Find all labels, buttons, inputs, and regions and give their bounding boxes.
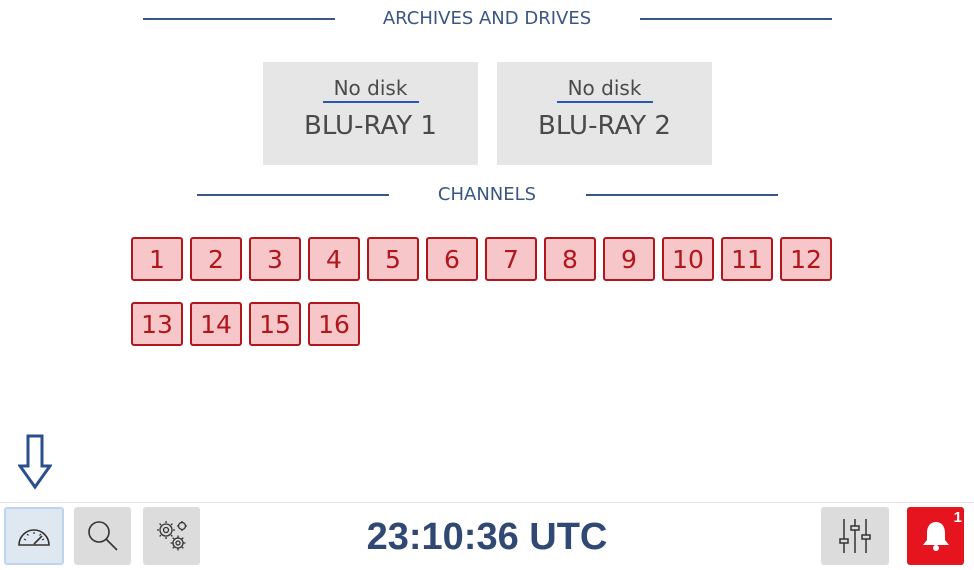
channel-button[interactable]: 2 <box>190 237 242 281</box>
drive-tile-bluray-2[interactable]: No disk BLU-RAY 2 <box>497 62 712 165</box>
channels-section-title: CHANNELS <box>437 184 537 205</box>
channel-button[interactable]: 12 <box>780 237 832 281</box>
header-rule-left <box>142 17 335 20</box>
gears-icon <box>156 521 187 551</box>
drive-name: BLU-RAY 2 <box>538 111 671 141</box>
drive-tile-bluray-1[interactable]: No disk BLU-RAY 1 <box>263 62 478 165</box>
alarm-button[interactable]: 1 <box>907 507 964 565</box>
alarm-count-badge: 1 <box>953 509 962 526</box>
channel-button[interactable]: 4 <box>308 237 360 281</box>
drive-status: No disk <box>567 76 642 100</box>
utc-clock: 23:10:36 UTC <box>366 516 608 558</box>
channel-button[interactable]: 5 <box>367 237 419 281</box>
down-arrow-icon <box>18 434 52 490</box>
channel-button[interactable]: 3 <box>249 237 301 281</box>
archives-section-title: ARCHIVES AND DRIVES <box>382 8 592 29</box>
bell-icon <box>922 522 949 551</box>
channel-button[interactable]: 8 <box>544 237 596 281</box>
drive-divider <box>322 101 419 103</box>
search-button[interactable] <box>74 507 131 565</box>
dashboard-button[interactable] <box>4 507 64 565</box>
drive-name: BLU-RAY 1 <box>304 111 437 141</box>
channel-button[interactable]: 10 <box>662 237 714 281</box>
channel-button[interactable]: 13 <box>131 302 183 346</box>
toolbar-divider <box>0 502 974 503</box>
channel-button[interactable]: 16 <box>308 302 360 346</box>
channels-section-header: CHANNELS <box>0 184 974 205</box>
header-rule-right <box>585 193 778 196</box>
header-rule-left <box>196 193 389 196</box>
channel-button[interactable]: 11 <box>721 237 773 281</box>
drive-status: No disk <box>333 76 408 100</box>
speedometer-icon <box>18 529 50 546</box>
channel-button[interactable]: 9 <box>603 237 655 281</box>
drive-divider <box>556 101 653 103</box>
search-icon <box>87 521 118 551</box>
mixer-button[interactable] <box>821 507 889 565</box>
settings-button[interactable] <box>143 507 200 565</box>
channel-button[interactable]: 7 <box>485 237 537 281</box>
channel-button[interactable]: 15 <box>249 302 301 346</box>
header-rule-right <box>639 17 832 20</box>
channel-button[interactable]: 14 <box>190 302 242 346</box>
channel-button[interactable]: 6 <box>426 237 478 281</box>
mixer-sliders-icon <box>839 519 871 553</box>
archives-section-header: ARCHIVES AND DRIVES <box>0 8 974 29</box>
channel-button[interactable]: 1 <box>131 237 183 281</box>
